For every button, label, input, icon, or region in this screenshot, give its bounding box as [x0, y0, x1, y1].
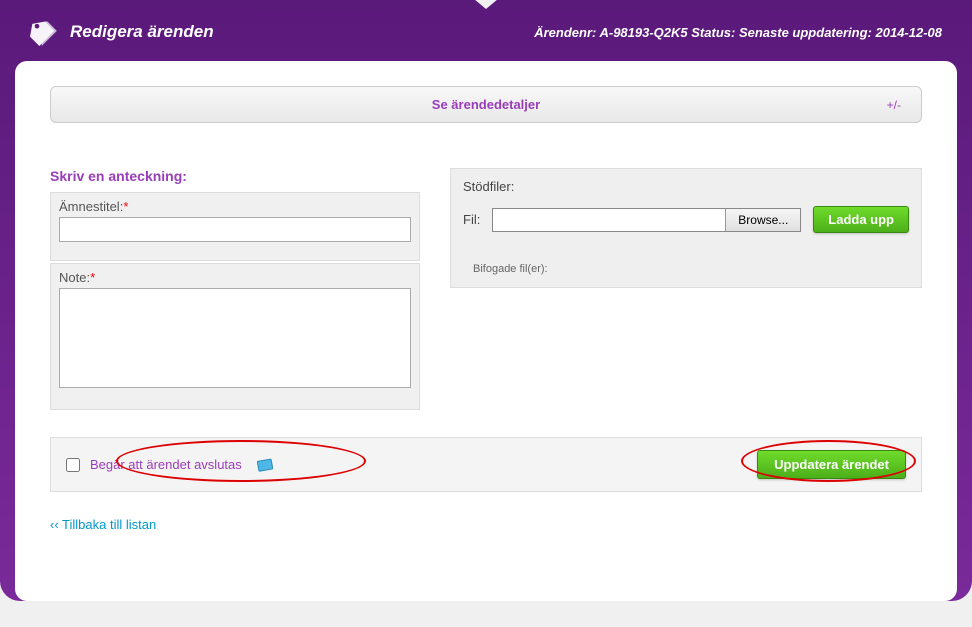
content-panel: Se ärendedetaljer +/- Skriv en antecknin… [15, 61, 957, 601]
subject-label: Ämnestitel:* [59, 199, 411, 214]
note-group: Note:* [50, 263, 420, 410]
submit-button[interactable]: Uppdatera ärendet [757, 450, 906, 479]
file-section: Stödfiler: Fil: Browse... Ladda upp Bifo… [450, 168, 922, 288]
page-wrapper: Redigera ärenden Ärendenr: A-98193-Q2K5 … [0, 0, 972, 601]
ticket-icon [257, 458, 275, 472]
details-banner[interactable]: Se ärendedetaljer +/- [50, 86, 922, 123]
attached-files-label: Bifogade fil(er): [473, 263, 909, 275]
header-bar: Redigera ärenden Ärendenr: A-98193-Q2K5 … [0, 0, 972, 61]
note-label: Note:* [59, 270, 411, 285]
case-label: Ärendenr: [534, 25, 596, 40]
subject-input[interactable] [59, 217, 411, 242]
file-input-wrap[interactable]: Browse... [492, 208, 801, 232]
files-section-title: Stödfiler: [463, 179, 909, 194]
subject-group: Ämnestitel:* [50, 192, 420, 261]
status-label: Status: [691, 25, 735, 40]
header-info: Ärendenr: A-98193-Q2K5 Status: Senaste u… [534, 25, 942, 40]
file-path-input[interactable] [493, 209, 725, 231]
note-label-text: Note: [59, 270, 90, 285]
updated-value: 2014-12-08 [876, 25, 943, 40]
upload-button[interactable]: Ladda upp [813, 206, 909, 233]
case-number: A-98193-Q2K5 [599, 25, 687, 40]
tag-icon [30, 18, 58, 46]
main-columns: Skriv en anteckning: Ämnestitel:* Note:* [50, 168, 922, 412]
footer-row: Begär att ärendet avslutas Uppdatera äre… [50, 437, 922, 492]
files-column: Stödfiler: Fil: Browse... Ladda upp Bifo… [450, 168, 922, 412]
details-banner-title: Se ärendedetaljer [66, 97, 906, 112]
back-link[interactable]: ‹‹ Tillbaka till listan [50, 517, 156, 532]
subject-label-text: Ämnestitel: [59, 199, 123, 214]
required-marker: * [90, 270, 95, 285]
note-section-title: Skriv en anteckning: [50, 168, 420, 184]
note-column: Skriv en anteckning: Ämnestitel:* Note:* [50, 168, 420, 412]
note-textarea[interactable] [59, 288, 411, 388]
close-request-wrap[interactable]: Begär att ärendet avslutas [66, 457, 275, 472]
file-row: Fil: Browse... Ladda upp [463, 206, 909, 233]
required-marker: * [123, 199, 128, 214]
file-label: Fil: [463, 212, 480, 227]
close-request-checkbox[interactable] [66, 458, 80, 472]
page-title: Redigera ärenden [70, 22, 214, 42]
close-request-label: Begär att ärendet avslutas [90, 457, 242, 472]
browse-button[interactable]: Browse... [725, 209, 800, 231]
updated-label: Senaste uppdatering: [739, 25, 872, 40]
details-toggle[interactable]: +/- [887, 98, 901, 112]
